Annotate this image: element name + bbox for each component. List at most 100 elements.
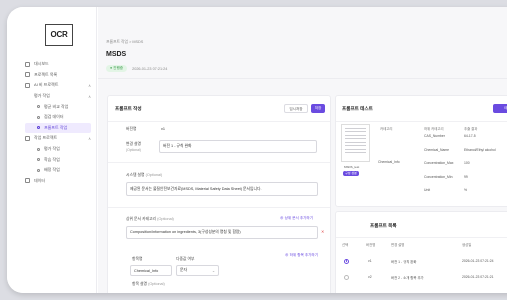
sidebar-nav: 대시보드프로젝트 목록 AI 비 프로젝트 ∧ 평가 작업 ∧ 평균 비교 작업점검 데이… — [25, 59, 97, 186]
timestamp: 2026-01-23 07:21:24 — [132, 66, 168, 71]
version-cell: v2 — [368, 275, 372, 279]
chevron-down-icon: ⌄ — [211, 269, 215, 273]
version-label: 버전명 — [126, 127, 137, 131]
sidebar-item[interactable]: 프로젝트 목록 — [25, 70, 91, 81]
col-change: 변경 설명 — [391, 243, 405, 247]
editor-title: 프롬프트 작성 — [115, 106, 142, 111]
menu-icon — [25, 72, 30, 78]
ocr-logo: OCR — [45, 24, 73, 46]
sidebar-item-label: 프롬프트 작업 — [44, 124, 68, 130]
extra-desc-label: 항목 설명 (Optional) — [132, 282, 165, 286]
chevron-up-icon[interactable]: ∧ — [88, 83, 91, 88]
dtype-label: 다중값 여부 — [176, 257, 195, 261]
sidebar-item[interactable]: 데이터 — [25, 176, 91, 187]
created-cell: 2026-01-23 07:21:21 — [462, 275, 494, 279]
add-child-link[interactable]: ⊕ 하위 항목 추가하기 — [285, 253, 318, 258]
sidebar-item[interactable]: 평균 비교 작업 — [25, 101, 91, 112]
result-cell: 99 — [464, 174, 468, 179]
subcategory-cell: Concentration_Max — [424, 161, 454, 165]
sidebar-item-label: 배정 작업 — [44, 167, 60, 173]
prompt-editor-card: 프롬프트 작성 임시저장 저장 버전명 v1 변경 설명 (Optional) 버… — [107, 95, 331, 293]
list-title: 프롬프트 목록 — [370, 223, 397, 228]
change-cell: 버전 2 - 소개 항목 추가 — [391, 276, 424, 280]
status-badge: ● 진행중 — [106, 65, 128, 72]
sidebar-item[interactable]: 평가 작업 ∧ — [25, 91, 91, 102]
sidebar-item[interactable]: 학습 작업 — [25, 154, 91, 165]
main-area: 프롬프트 작업 > MSDS MSDS ● 진행중 2026-01-23 07:… — [98, 7, 507, 293]
sidebar-item-label: AI 비 프로젝트 — [34, 82, 59, 88]
sidebar-item[interactable]: 대시보드 — [25, 59, 91, 70]
parent-category-input[interactable]: Composition/information on ingredients, … — [126, 226, 318, 239]
test-title: 프롬프트 테스트 — [342, 106, 373, 111]
system-desc-input[interactable]: 제공된 문서는 물질안전보건자료(MSDS, Material Safety D… — [126, 182, 318, 196]
sidebar-item[interactable]: 점검 데이터 — [25, 112, 91, 123]
change-desc-input[interactable]: 버전 1 - 규칙 완화 — [159, 140, 317, 153]
doc-tag: 구성 성분 — [343, 171, 359, 176]
col-created: 생성일 — [462, 243, 472, 247]
save-button[interactable]: 저장 — [311, 104, 325, 113]
chevron-up-icon[interactable]: ∧ — [88, 94, 91, 99]
run-test-button[interactable]: 테스트 실행 — [493, 104, 507, 113]
doc-name: MSDS_test — [344, 165, 360, 169]
page-meta: ● 진행중 2026-01-23 07:21:24 — [106, 65, 167, 72]
chevron-up-icon[interactable]: ∧ — [88, 136, 91, 141]
result-cell: 64-17-5 — [464, 134, 476, 138]
select-radio[interactable] — [344, 274, 349, 280]
col-select: 선택 — [342, 243, 349, 247]
col-version: 버전명 — [366, 243, 376, 247]
divider — [98, 78, 507, 79]
breadcrumb[interactable]: 프롬프트 작업 > MSDS — [106, 40, 143, 45]
subcategory-cell: Chemical_Name — [424, 147, 450, 152]
bullet-icon — [37, 158, 40, 162]
menu-icon — [25, 178, 30, 184]
app-window: OCR 대시보드프로젝트 목록 AI 비 프로젝트 ∧ 평가 작업 ∧ 평균 비교 작업점… — [7, 7, 507, 293]
page-title: MSDS — [106, 51, 127, 58]
sidebar-item-label: 점검 데이터 — [44, 114, 64, 120]
bullet-icon — [37, 105, 40, 109]
result-cell: Ethanol/Ethyl alcohol — [464, 147, 496, 152]
add-parent-link[interactable]: ⊕ 상위 문서 추가하기 — [280, 216, 313, 221]
sidebar-item[interactable]: 프롬프트 작업 — [25, 122, 91, 134]
version-cell: v1 — [368, 259, 372, 263]
prompt-list-card: 프롬프트 목록 선택 버전명 변경 설명 생성일 v1 버전 1 - 규칙 완화 2… — [335, 211, 507, 293]
bullet-icon — [37, 168, 40, 172]
sidebar-item[interactable]: 평가 작업 — [25, 144, 91, 155]
col-result: 추출 결과 — [464, 127, 478, 131]
result-cell: 100 — [464, 161, 470, 165]
dtype-select[interactable]: 문자 ⌄ — [176, 265, 219, 276]
sidebar-item-label: 데이터 — [34, 177, 46, 183]
bullet-icon — [37, 115, 40, 119]
delete-icon[interactable]: ✕ — [321, 229, 324, 234]
version-value: v1 — [161, 127, 166, 131]
sidebar-item-label: 평균 비교 작업 — [44, 103, 69, 109]
sidebar-item-label: 프로젝트 목록 — [34, 71, 58, 77]
system-desc-label: 시스템 설명 (Optional) — [126, 173, 163, 177]
result-cell: % — [464, 188, 468, 192]
category-value: Chemical_Info — [378, 160, 400, 164]
col-subcategory: 하위 카테고리 — [424, 127, 444, 131]
sidebar-item[interactable]: 배정 작업 — [25, 165, 91, 176]
sidebar-item-label: 평가 작업 — [44, 146, 60, 152]
subcategory-cell: Concentration_Min — [424, 174, 453, 179]
select-radio[interactable] — [344, 258, 349, 264]
change-desc-label: 변경 설명 (Optional) — [126, 142, 142, 152]
field-name-input[interactable]: Chemical_Info — [130, 265, 172, 276]
sidebar-item-label: 평가 작업 — [34, 93, 50, 99]
menu-icon — [25, 61, 30, 67]
temp-save-button[interactable]: 임시저장 — [284, 104, 308, 113]
sidebar-item-label: 학습 작업 — [44, 156, 60, 162]
subcategory-cell: Unit — [424, 188, 431, 192]
change-cell: 버전 1 - 규칙 완화 — [391, 260, 417, 264]
field-name-label: 항목명 — [132, 257, 143, 261]
subcategory-cell: CAS_Number — [424, 134, 445, 138]
sidebar-item[interactable]: 작업 프로젝트 ∧ — [25, 133, 91, 144]
document-thumbnail[interactable] — [341, 124, 370, 162]
menu-icon — [25, 82, 30, 88]
sidebar-item-label: 대시보드 — [34, 61, 49, 67]
sidebar-item-label: 작업 프로젝트 — [34, 135, 58, 141]
created-cell: 2026-01-23 07:21:24 — [462, 259, 494, 263]
bullet-icon — [37, 126, 40, 130]
sidebar-item[interactable]: AI 비 프로젝트 ∧ — [25, 80, 91, 91]
parent-category-label: 상위 문서 카테고리 (Optional) — [126, 217, 174, 221]
sidebar: OCR 대시보드프로젝트 목록 AI 비 프로젝트 ∧ 평가 작업 ∧ 평균 비교 작업점… — [7, 7, 97, 293]
